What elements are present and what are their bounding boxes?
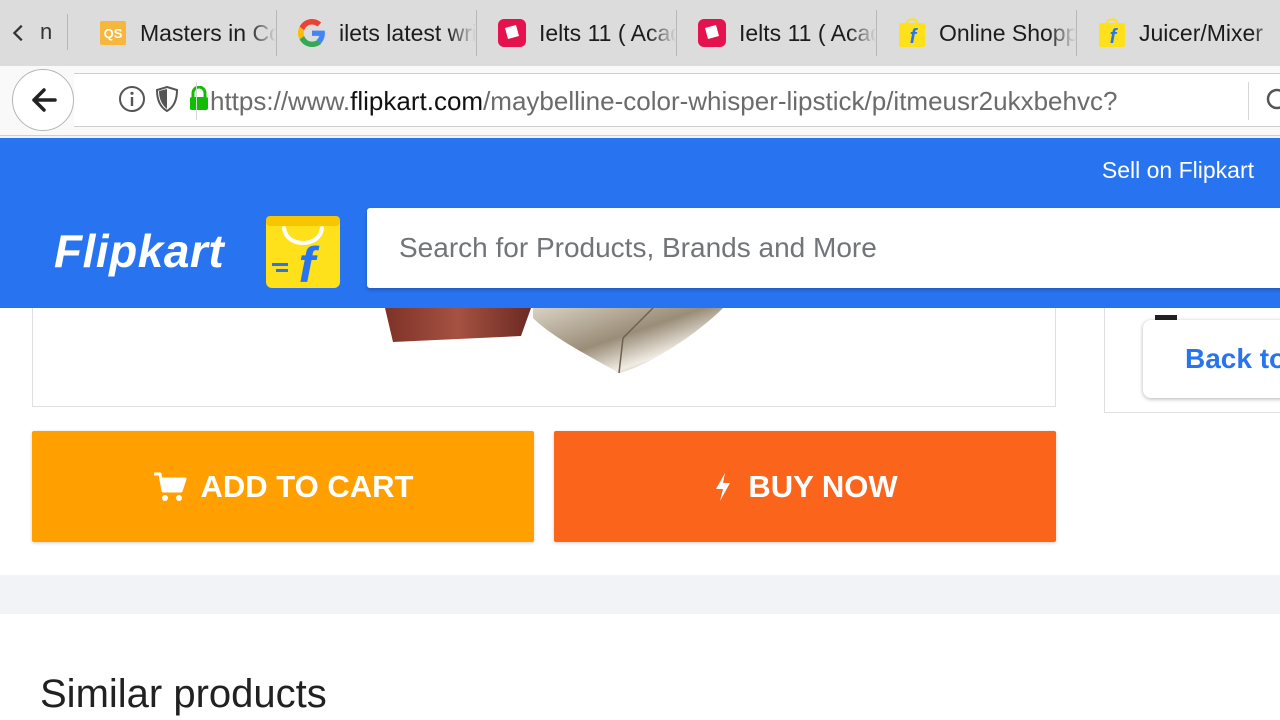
- url-separator: [1248, 82, 1249, 120]
- sell-on-flipkart-link[interactable]: Sell on Flipkart: [1102, 157, 1254, 184]
- flipkart-logo[interactable]: Flipkart: [54, 224, 224, 278]
- search-input[interactable]: [367, 208, 1280, 288]
- ielts-icon: [497, 18, 527, 48]
- back-to-top-button[interactable]: Back to top: [1143, 320, 1280, 398]
- browser-tab-strip: n QS Masters in Computer Science ilets l…: [0, 0, 1280, 66]
- lightning-icon: [716, 472, 731, 501]
- tab-title: Online Shopping: [939, 19, 1076, 46]
- tab-title: ilets latest writing: [339, 19, 476, 46]
- buy-now-label: BUY NOW: [748, 468, 898, 504]
- tab-title: Juicer/Mixer: [1139, 19, 1263, 46]
- flipkart-bag-logo-icon[interactable]: f: [262, 210, 344, 293]
- buy-now-button[interactable]: BUY NOW: [554, 431, 1056, 542]
- browser-tab[interactable]: QS Masters in Computer Science: [78, 10, 277, 56]
- similar-products-section: Similar products: [0, 614, 1280, 720]
- browser-tab[interactable]: Ielts 11 ( Academic: [677, 10, 877, 56]
- info-icon[interactable]: [118, 85, 146, 118]
- lock-icon[interactable]: [188, 85, 210, 117]
- add-to-cart-label: ADD TO CART: [200, 468, 414, 504]
- lipstick-image: [385, 308, 723, 374]
- url-separator: [196, 82, 197, 120]
- qs-icon: QS: [98, 18, 128, 48]
- arrow-left-icon: [32, 88, 57, 112]
- google-icon: [297, 18, 327, 48]
- product-image[interactable]: [32, 308, 1056, 407]
- site-header: Sell on Flipkart Flipkart f: [0, 138, 1280, 308]
- tab-title: Ielts 11 ( Academic: [539, 19, 676, 46]
- ielts-icon: [697, 18, 727, 48]
- search-box[interactable]: [367, 208, 1280, 288]
- flipkart-icon: f: [1097, 18, 1127, 48]
- tab-title: Masters in Computer Science: [140, 19, 276, 46]
- shield-icon[interactable]: [154, 85, 180, 118]
- tab-scroll-left-button[interactable]: [0, 0, 38, 66]
- section-title: Similar products: [40, 672, 327, 716]
- svg-text:QS: QS: [104, 26, 123, 41]
- tab-title: Ielts 11 ( Academic: [739, 19, 876, 46]
- url-text[interactable]: https://www.flipkart.com/maybelline-colo…: [210, 74, 1117, 128]
- browser-tab[interactable]: f Online Shopping: [877, 10, 1077, 56]
- search-icon[interactable]: [1264, 88, 1280, 114]
- browser-tab[interactable]: ilets latest writing: [277, 10, 477, 56]
- back-to-top-label: Back to top: [1185, 343, 1280, 374]
- browser-navigation-bar: https://www.flipkart.com/maybelline-colo…: [0, 66, 1280, 136]
- cart-icon: [153, 472, 186, 501]
- flipkart-icon: f: [897, 18, 927, 48]
- browser-tab[interactable]: f Juicer/Mixer: [1077, 10, 1280, 56]
- back-button[interactable]: [12, 69, 74, 131]
- browser-tab-partial[interactable]: n: [38, 14, 68, 50]
- add-to-cart-button[interactable]: ADD TO CART: [32, 431, 534, 542]
- chevron-left-icon: [12, 24, 23, 42]
- browser-tab[interactable]: Ielts 11 ( Academic: [477, 10, 677, 56]
- site-info-icons: [84, 74, 210, 128]
- address-bar[interactable]: https://www.flipkart.com/maybelline-colo…: [74, 73, 1280, 127]
